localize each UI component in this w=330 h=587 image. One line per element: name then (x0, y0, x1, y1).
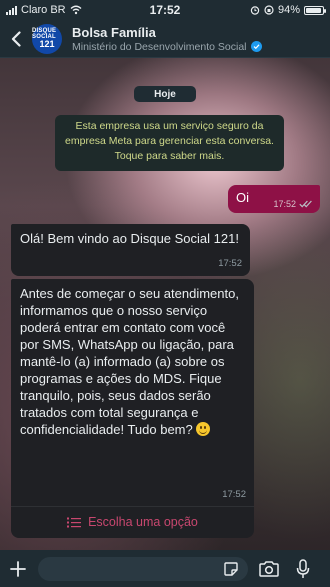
read-receipt-icon (299, 200, 312, 208)
contact-name: Bolsa Família (72, 24, 156, 40)
message-text: Olá! Bem vindo ao Disque Social 121! (20, 231, 239, 246)
message-time: 17:52 (273, 199, 296, 209)
message-input[interactable] (38, 556, 248, 581)
status-time: 17:52 (149, 3, 181, 17)
message-text: Oi (236, 190, 249, 205)
alarm-icon (250, 6, 260, 15)
battery-fill (306, 7, 322, 13)
choose-option-button[interactable]: Escolha uma opção (11, 508, 254, 536)
sticker-icon (224, 561, 238, 576)
chat-header: DISQUE SOCIAL 121 Bolsa Família Ministér… (0, 20, 330, 58)
contact-subtitle-row: Ministério do Desenvolvimento Social (72, 41, 262, 53)
carrier-label: Claro BR (21, 4, 66, 16)
message-meta: 17:52 (273, 199, 312, 209)
battery-percent: 94% (277, 4, 300, 16)
avatar[interactable]: DISQUE SOCIAL 121 (32, 23, 62, 54)
status-right: 94% (204, 4, 326, 16)
microphone-icon (296, 558, 310, 578)
bubble-divider (11, 506, 254, 507)
message-time: 17:52 (218, 258, 242, 269)
attach-button[interactable] (8, 559, 28, 579)
message-time: 17:52 (222, 489, 246, 500)
contact-subtitle: Ministério do Desenvolvimento Social (72, 40, 247, 53)
date-chip: Hoje (134, 86, 196, 102)
camera-icon (259, 560, 279, 577)
signal-icon (6, 5, 17, 15)
message-text: Antes de começar o seu atendimento, info… (20, 286, 239, 437)
battery-icon (304, 5, 326, 15)
back-button[interactable] (8, 29, 24, 49)
orientation-lock-icon (264, 5, 274, 15)
verified-icon (250, 41, 262, 52)
sticker-button[interactable] (220, 558, 242, 580)
status-left: Claro BR (6, 4, 126, 16)
avatar-line2: 121 (39, 39, 55, 49)
outgoing-message[interactable]: Oi 17:52 (228, 185, 320, 213)
microphone-button[interactable] (292, 558, 314, 580)
system-message[interactable]: Esta empresa usa um serviço seguro da em… (55, 115, 284, 171)
wifi-icon (70, 5, 82, 15)
message-input-bar (0, 550, 330, 587)
choose-option-label: Escolha uma opção (88, 514, 198, 529)
incoming-message-with-options[interactable]: Antes de começar o seu atendimento, info… (11, 279, 254, 538)
back-arrow-icon (11, 30, 21, 47)
plus-icon (10, 560, 26, 577)
list-icon (67, 517, 82, 527)
contact-info[interactable]: Bolsa Família Ministério do Desenvolvime… (72, 25, 262, 53)
incoming-message[interactable]: Olá! Bem vindo ao Disque Social 121! 17:… (11, 224, 250, 276)
smiley-emoji (196, 422, 211, 436)
status-bar: Claro BR 17:52 94% (0, 0, 330, 20)
camera-button[interactable] (258, 558, 280, 580)
